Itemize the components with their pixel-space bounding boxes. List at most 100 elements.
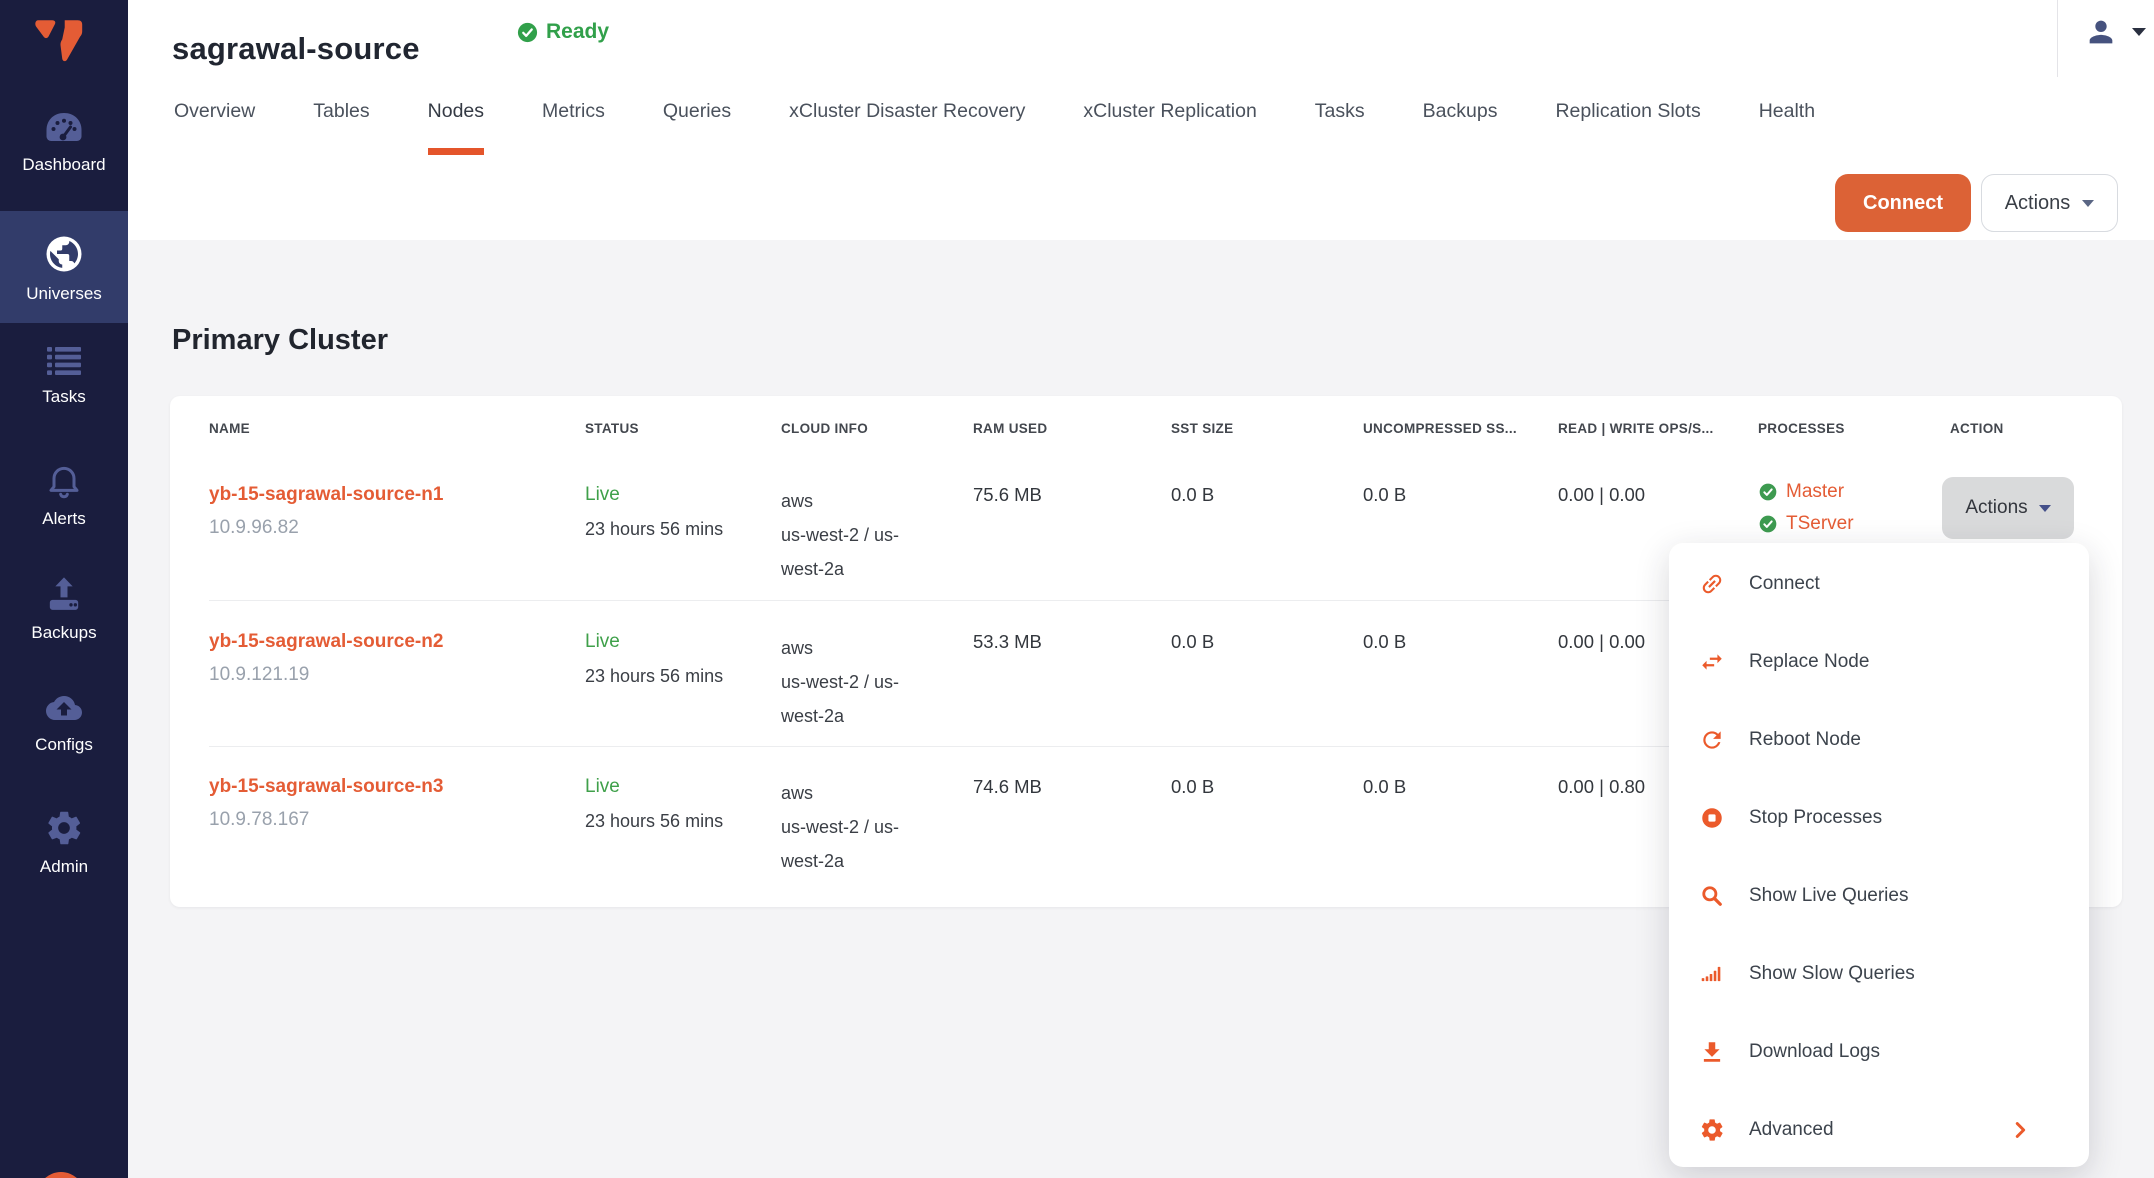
sidebar-item-label: Dashboard — [0, 155, 128, 175]
node-status: Live — [585, 484, 723, 506]
stop-icon — [1699, 805, 1725, 831]
tab-nodes[interactable]: Nodes — [428, 100, 484, 123]
process-label: TServer — [1786, 513, 1854, 535]
tab-tasks[interactable]: Tasks — [1315, 100, 1365, 123]
help-bubble-button[interactable] — [37, 1172, 85, 1178]
tab-tables[interactable]: Tables — [313, 100, 369, 123]
process-master[interactable]: Master — [1758, 481, 1854, 503]
sidebar-item-label: Alerts — [0, 509, 128, 529]
sidebar-item-label: Admin — [0, 857, 128, 877]
node-status: Live — [585, 631, 723, 653]
node-uptime: 23 hours 56 mins — [585, 666, 723, 687]
node-ip: 10.9.96.82 — [209, 517, 443, 539]
universes-icon — [43, 233, 85, 275]
cloud-provider: aws — [781, 631, 899, 665]
read-write-ops: 0.00 | 0.00 — [1558, 484, 1645, 506]
node-name-link[interactable]: yb-15-sagrawal-source-n2 — [209, 631, 443, 653]
link-icon — [1699, 571, 1725, 597]
tab-xcluster-replication[interactable]: xCluster Replication — [1083, 100, 1256, 123]
menu-item-connect[interactable]: Connect — [1669, 545, 2089, 623]
connect-button[interactable]: Connect — [1835, 174, 1971, 232]
caret-down-icon — [2082, 200, 2094, 207]
sidebar-item-label: Configs — [0, 735, 128, 755]
cloud-provider: aws — [781, 484, 899, 518]
sidebar-item-label: Backups — [0, 623, 128, 643]
menu-item-label: Stop Processes — [1749, 807, 1882, 829]
ram-used: 74.6 MB — [973, 776, 1042, 798]
sidebar-item-universes[interactable]: Universes — [0, 211, 128, 323]
node-actions-button[interactable]: Actions — [1942, 477, 2074, 539]
dashboard-icon — [42, 110, 86, 146]
menu-item-show-slow-queries[interactable]: Show Slow Queries — [1669, 935, 2089, 1013]
uncompressed-sst: 0.0 B — [1363, 776, 1406, 798]
yugabyte-logo[interactable] — [33, 18, 85, 64]
admin-icon — [44, 808, 84, 848]
menu-item-label: Reboot Node — [1749, 729, 1861, 751]
page-title: sagrawal-source — [172, 31, 420, 67]
sidebar-item-label: Tasks — [0, 387, 128, 407]
tab-queries[interactable]: Queries — [663, 100, 731, 123]
column-header-uncompressed: UNCOMPRESSED SS... — [1363, 421, 1517, 436]
menu-item-advanced[interactable]: Advanced — [1669, 1091, 2089, 1169]
sst-size: 0.0 B — [1171, 484, 1214, 506]
app-window: Dashboard Universes Tasks — [0, 0, 2154, 1178]
ram-used: 75.6 MB — [973, 484, 1042, 506]
sidebar-item-dashboard[interactable]: Dashboard — [0, 96, 128, 192]
sidebar-item-tasks[interactable]: Tasks — [0, 330, 128, 426]
tasks-icon — [44, 344, 84, 378]
node-actions-menu: Connect Replace Node Reboot Node Stop Pr… — [1669, 543, 2089, 1167]
cloud-zone: west-2a — [781, 844, 899, 878]
caret-down-icon — [2039, 505, 2051, 512]
tab-xcluster-disaster-recovery[interactable]: xCluster Disaster Recovery — [789, 100, 1025, 123]
cloud-zone: west-2a — [781, 699, 899, 733]
download-icon — [1699, 1039, 1725, 1065]
configs-icon — [42, 690, 86, 726]
sidebar-item-backups[interactable]: Backups — [0, 560, 128, 660]
node-actions-label: Actions — [1965, 497, 2027, 519]
tab-backups[interactable]: Backups — [1423, 100, 1498, 123]
bar-chart-icon — [1699, 961, 1725, 987]
universe-actions-button[interactable]: Actions — [1981, 174, 2118, 232]
uncompressed-sst: 0.0 B — [1363, 631, 1406, 653]
menu-item-download-logs[interactable]: Download Logs — [1669, 1013, 2089, 1091]
read-write-ops: 0.00 | 0.80 — [1558, 776, 1645, 798]
column-header-cloud-info: CLOUD INFO — [781, 421, 868, 436]
column-header-sst-size: SST SIZE — [1171, 421, 1233, 436]
node-status: Live — [585, 776, 723, 798]
menu-item-label: Download Logs — [1749, 1041, 1880, 1063]
sidebar-item-admin[interactable]: Admin — [0, 794, 128, 890]
cloud-region: us-west-2 / us- — [781, 518, 899, 552]
node-name-link[interactable]: yb-15-sagrawal-source-n1 — [209, 484, 443, 506]
menu-item-reboot-node[interactable]: Reboot Node — [1669, 701, 2089, 779]
read-write-ops: 0.00 | 0.00 — [1558, 631, 1645, 653]
tab-metrics[interactable]: Metrics — [542, 100, 605, 123]
menu-item-stop-processes[interactable]: Stop Processes — [1669, 779, 2089, 857]
sidebar-item-configs[interactable]: Configs — [0, 676, 128, 776]
menu-item-show-live-queries[interactable]: Show Live Queries — [1669, 857, 2089, 935]
check-circle-icon — [516, 21, 539, 44]
node-name-link[interactable]: yb-15-sagrawal-source-n3 — [209, 776, 443, 798]
sst-size: 0.0 B — [1171, 776, 1214, 798]
header-divider — [2057, 0, 2058, 77]
sst-size: 0.0 B — [1171, 631, 1214, 653]
cloud-provider: aws — [781, 776, 899, 810]
section-heading: Primary Cluster — [172, 324, 388, 357]
universe-tabs: Overview Tables Nodes Metrics Queries xC… — [174, 100, 1815, 123]
check-circle-icon — [1758, 482, 1778, 502]
column-header-ram-used: RAM USED — [973, 421, 1047, 436]
menu-item-replace-node[interactable]: Replace Node — [1669, 623, 2089, 701]
search-icon — [1699, 883, 1725, 909]
tab-replication-slots[interactable]: Replication Slots — [1555, 100, 1700, 123]
universe-actions-label: Actions — [2005, 192, 2071, 215]
sidebar-item-alerts[interactable]: Alerts — [0, 446, 128, 546]
column-header-processes: PROCESSES — [1758, 421, 1845, 436]
process-tserver[interactable]: TServer — [1758, 513, 1854, 535]
user-menu[interactable] — [2084, 14, 2146, 50]
menu-item-label: Connect — [1749, 573, 1820, 595]
column-header-status: STATUS — [585, 421, 639, 436]
chevron-right-icon — [2009, 1119, 2031, 1141]
tab-overview[interactable]: Overview — [174, 100, 255, 123]
tab-health[interactable]: Health — [1759, 100, 1815, 123]
node-ip: 10.9.121.19 — [209, 664, 443, 686]
reboot-icon — [1699, 727, 1725, 753]
